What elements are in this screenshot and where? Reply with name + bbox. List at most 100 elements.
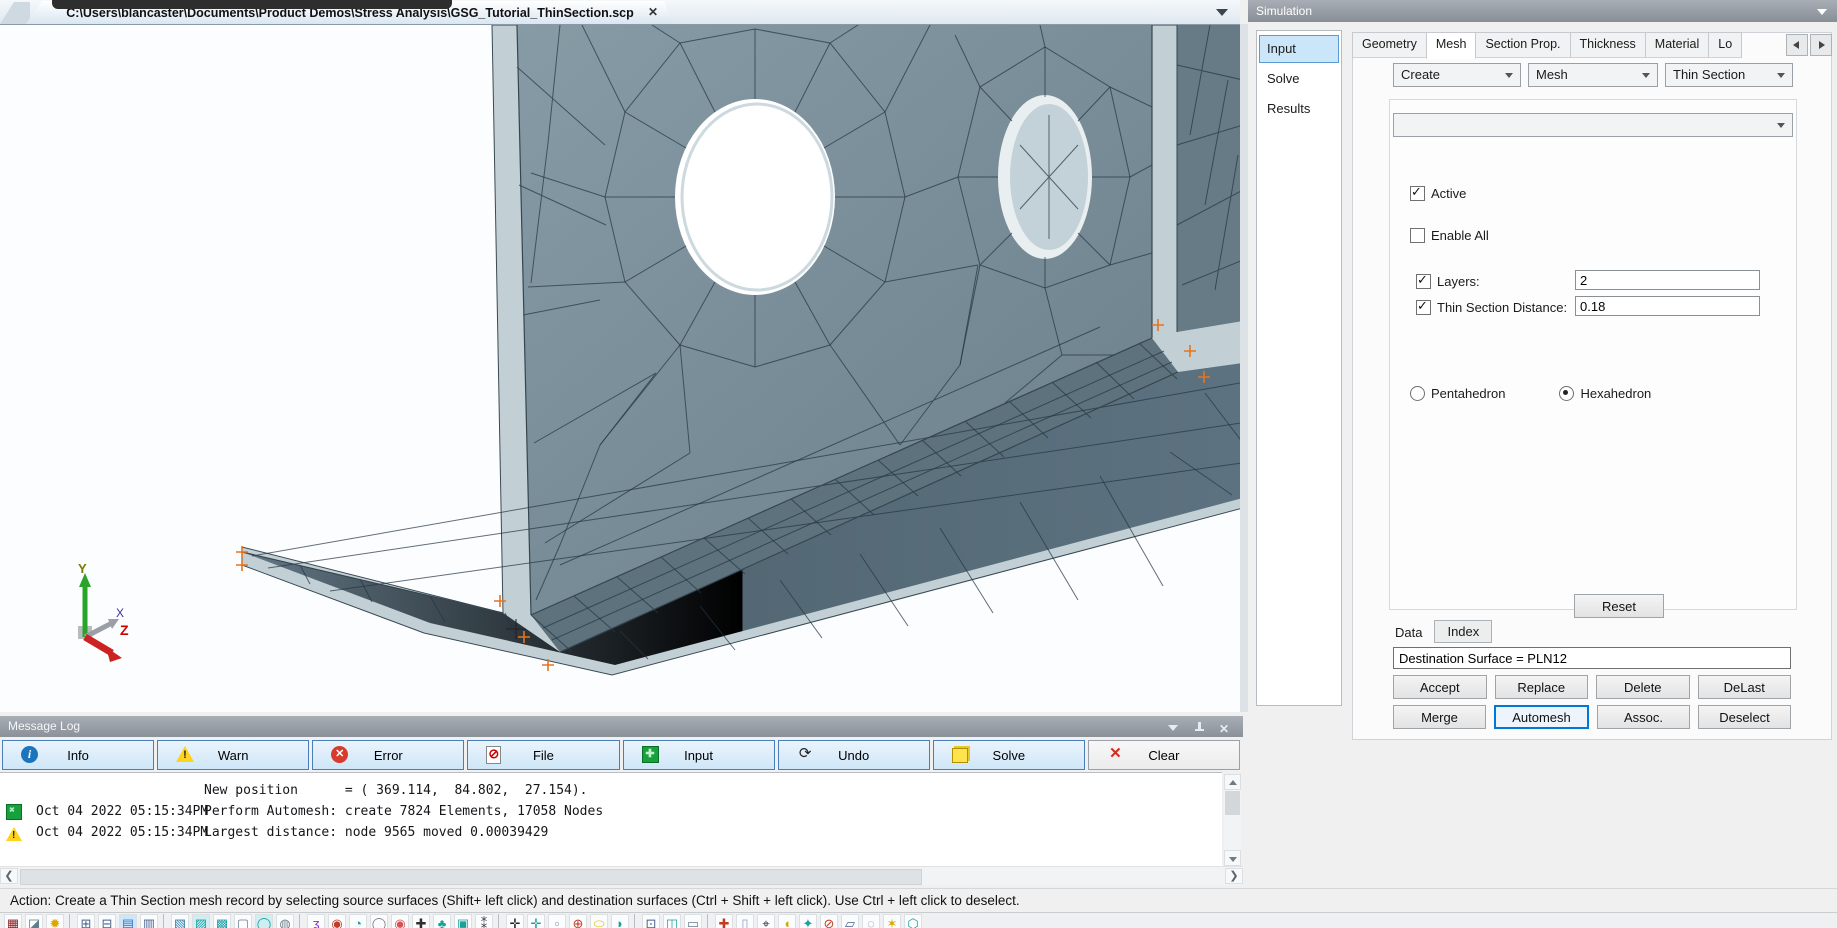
toolbar-icon[interactable] <box>69 914 72 928</box>
log-filter-button[interactable]: Clear <box>1088 740 1240 770</box>
toolbar-icon[interactable]: ◉ <box>391 914 409 928</box>
toolbar-icon[interactable]: ʓ <box>307 914 325 928</box>
reset-button[interactable]: Reset <box>1574 594 1664 618</box>
tab[interactable]: Material <box>1645 32 1709 58</box>
toolbar-icon[interactable]: ▱ <box>841 914 859 928</box>
log-vertical-scrollbar[interactable] <box>1224 774 1241 866</box>
toolbar-icon[interactable]: ♣ <box>433 914 451 928</box>
mesh-model[interactable]: Y X Z <box>0 25 1240 713</box>
selection-field[interactable] <box>1393 647 1791 669</box>
close-panel-icon[interactable] <box>1219 721 1231 733</box>
toolbar-icon[interactable]: ◖ <box>778 914 796 928</box>
toolbar-icon[interactable]: ⌖ <box>757 914 775 928</box>
thin-section-distance-input[interactable] <box>1575 296 1760 316</box>
toolbar-icon[interactable]: ⊞ <box>77 914 95 928</box>
toolbar-icon[interactable] <box>498 914 501 928</box>
toolbar-icon[interactable]: ▥ <box>140 914 158 928</box>
toolbar-icon[interactable]: ⊡ <box>642 914 660 928</box>
collapse-icon[interactable] <box>1167 721 1179 733</box>
toolbar-icon[interactable]: ◗ <box>611 914 629 928</box>
enable-all-checkbox-row[interactable]: Enable All <box>1410 227 1489 243</box>
panel-menu-arrow-icon[interactable] <box>1817 9 1827 15</box>
action-button[interactable]: Delete <box>1596 675 1690 699</box>
log-filter-button[interactable]: Warn <box>157 740 309 770</box>
data-tab[interactable]: Index <box>1434 620 1492 643</box>
log-horizontal-scrollbar[interactable]: ❮ ❯ <box>0 866 1243 885</box>
toolbar-icon[interactable]: ▯ <box>736 914 754 928</box>
action-button[interactable]: Deselect <box>1698 705 1791 729</box>
toolbar-icon[interactable]: ✚ <box>715 914 733 928</box>
action-button[interactable]: Replace <box>1495 675 1589 699</box>
toolbar-icon[interactable]: ✶ <box>883 914 901 928</box>
toolbar-icon[interactable]: ⊘ <box>820 914 838 928</box>
log-filter-button[interactable]: Solve <box>933 740 1085 770</box>
scroll-left-icon[interactable]: ❮ <box>0 868 18 884</box>
toolbar-icon[interactable]: ⬭ <box>590 914 608 928</box>
active-checkbox-row[interactable]: Active <box>1410 185 1466 201</box>
toolbar-icon[interactable]: ▨ <box>192 914 210 928</box>
scroll-up-icon[interactable] <box>1224 774 1241 790</box>
toolbar-icon[interactable]: ◪ <box>25 914 43 928</box>
scroll-thumb-horizontal[interactable] <box>20 869 922 885</box>
toolbar-icon[interactable]: ⬡ <box>904 914 922 928</box>
log-filter-button[interactable]: Info <box>2 740 154 770</box>
log-filter-button[interactable]: Error <box>312 740 464 770</box>
viewport-3d[interactable]: Y X Z <box>0 24 1240 712</box>
toolbar-icon[interactable]: ✛ <box>506 914 524 928</box>
toolbar-icon[interactable]: ⊟ <box>98 914 116 928</box>
action-button[interactable]: Automesh <box>1494 705 1589 729</box>
tab-list-arrow-icon[interactable] <box>1216 9 1228 16</box>
radio-option[interactable]: Hexahedron <box>1559 385 1651 401</box>
tab-scroll-left-icon[interactable] <box>1786 34 1808 56</box>
mesh-record-dropdown[interactable]: MeshSim , 1,Global , ,Active,SET1 <box>1393 113 1793 137</box>
layers-checkbox-row[interactable]: Layers: <box>1416 273 1480 289</box>
toolbar-icon[interactable] <box>707 914 710 928</box>
toolbar-icon[interactable] <box>299 914 302 928</box>
log-filter-button[interactable]: File <box>467 740 619 770</box>
nav-item[interactable]: Results <box>1259 95 1339 123</box>
toolbar-icon[interactable]: ▫ <box>548 914 566 928</box>
nav-item[interactable]: Input <box>1259 35 1339 63</box>
toolbar-icon[interactable]: ▤ <box>119 914 137 928</box>
nav-item[interactable]: Solve <box>1259 65 1339 93</box>
toolbar-icon[interactable]: ◉ <box>328 914 346 928</box>
toolbar-icon[interactable]: ◯ <box>370 914 388 928</box>
action-button[interactable]: Accept <box>1393 675 1487 699</box>
action-dropdown[interactable]: Create <box>1393 63 1521 87</box>
toolbar-icon[interactable]: ▢ <box>234 914 252 928</box>
radio-option[interactable]: Pentahedron <box>1410 385 1505 401</box>
action-button[interactable]: DeLast <box>1698 675 1792 699</box>
entity-dropdown[interactable]: Mesh <box>1528 63 1658 87</box>
toolbar-icon[interactable]: ▧ <box>171 914 189 928</box>
toolbar-icon[interactable]: ✛ <box>527 914 545 928</box>
layers-input[interactable] <box>1575 270 1760 290</box>
pin-icon[interactable] <box>1193 721 1205 733</box>
toolbar-icon[interactable] <box>163 914 166 928</box>
toolbar-icon[interactable]: ⊕ <box>569 914 587 928</box>
toolbar-icon[interactable]: ▩ <box>213 914 231 928</box>
toolbar-icon[interactable]: ⁑ <box>475 914 493 928</box>
toolbar-icon[interactable]: ▣ <box>454 914 472 928</box>
tab[interactable]: Section Prop. <box>1475 32 1570 58</box>
toolbar-icon[interactable]: ◌ <box>862 914 880 928</box>
panel-splitter[interactable] <box>1240 24 1248 712</box>
action-button[interactable]: Assoc. <box>1597 705 1690 729</box>
tab[interactable]: Mesh <box>1426 32 1477 59</box>
toolbar-icon[interactable]: ✚ <box>412 914 430 928</box>
tab[interactable]: Geometry <box>1352 32 1427 58</box>
thin-section-distance-checkbox-row[interactable]: Thin Section Distance: <box>1416 299 1567 315</box>
toolbar-icon[interactable]: ✦ <box>799 914 817 928</box>
log-filter-button[interactable]: Undo <box>778 740 930 770</box>
toolbar-icon[interactable]: ◯ <box>255 914 273 928</box>
toolbar-icon[interactable] <box>634 914 637 928</box>
tab[interactable]: Lo <box>1708 32 1742 58</box>
scroll-down-icon[interactable] <box>1224 850 1241 866</box>
scroll-right-icon[interactable]: ❯ <box>1225 868 1243 884</box>
toolbar-icon[interactable]: ▭ <box>684 914 702 928</box>
toolbar-icon[interactable]: ◫ <box>663 914 681 928</box>
scroll-thumb[interactable] <box>1225 791 1240 815</box>
toolbar-icon[interactable]: ◔ <box>349 914 367 928</box>
action-button[interactable]: Merge <box>1393 705 1486 729</box>
log-filter-button[interactable]: Input <box>623 740 775 770</box>
data-tab[interactable]: Data <box>1393 622 1424 643</box>
